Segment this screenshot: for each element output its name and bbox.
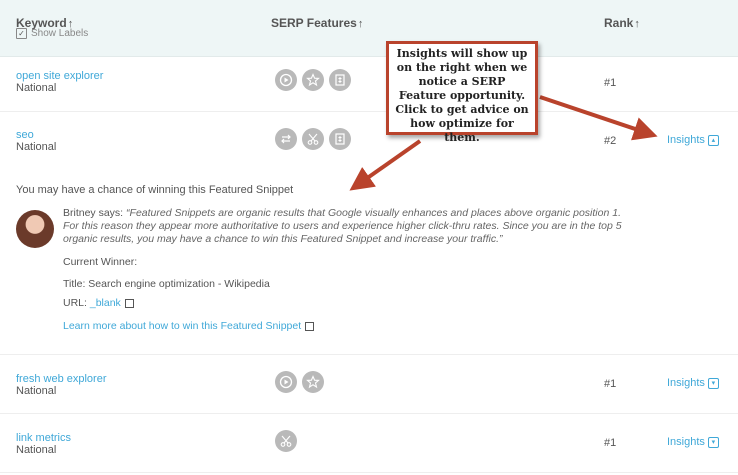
external-link-icon[interactable]	[124, 298, 134, 308]
scissors-icon[interactable]	[275, 430, 297, 452]
title-label: Title:	[63, 278, 86, 290]
title-value: Search engine optimization - Wikipedia	[88, 278, 270, 290]
rank-value: #1	[604, 437, 617, 449]
rank-value: #2	[604, 135, 617, 147]
serp-features-column-header[interactable]: SERP Features↑	[271, 16, 363, 30]
serp-header-label: SERP Features	[271, 16, 357, 30]
insights-label: Insights	[667, 436, 705, 448]
quote-text: “Featured Snippets are organic results t…	[63, 207, 622, 245]
rank-value: #1	[604, 77, 617, 89]
rank-header-label: Rank	[604, 16, 634, 30]
table-row: fresh web explorer National #1 Insights …	[0, 355, 738, 414]
rank-column-header[interactable]: Rank↑	[604, 16, 640, 30]
winner-title: Title: Search engine optimization - Wiki…	[63, 278, 270, 290]
chevron-down-icon: ▾	[707, 377, 719, 389]
location-label: National	[16, 141, 57, 153]
sort-arrow-icon: ↑	[357, 18, 364, 30]
star-icon[interactable]	[302, 69, 324, 91]
location-label: National	[16, 385, 57, 397]
table-row: seo National #2 Insights ▴	[0, 112, 738, 166]
callout-text: Insights will show up on the right when …	[395, 47, 529, 144]
current-winner-label: Current Winner:	[63, 256, 138, 268]
author-label: Britney says:	[63, 207, 124, 219]
url-link[interactable]: _blank	[90, 297, 121, 309]
insight-heading: You may have a chance of winning this Fe…	[16, 184, 294, 196]
table-row: open site explorer National #1	[0, 57, 738, 112]
insights-button[interactable]: Insights ▾	[667, 377, 719, 389]
keyword-link[interactable]: fresh web explorer	[16, 373, 107, 385]
insights-label: Insights	[667, 377, 705, 389]
chevron-up-icon: ▴	[707, 134, 719, 146]
location-label: National	[16, 82, 57, 94]
document-icon[interactable]	[329, 69, 351, 91]
keyword-link[interactable]: seo	[16, 129, 34, 141]
learn-more: Learn more about how to win this Feature…	[63, 320, 315, 332]
insight-panel: You may have a chance of winning this Fe…	[0, 166, 738, 355]
annotation-callout: Insights will show up on the right when …	[386, 41, 538, 144]
video-icon[interactable]	[275, 371, 297, 393]
video-icon[interactable]	[275, 69, 297, 91]
location-label: National	[16, 444, 57, 456]
exchange-icon[interactable]	[275, 128, 297, 150]
document-icon[interactable]	[329, 128, 351, 150]
avatar	[16, 210, 54, 248]
winner-url: URL: _blank	[63, 297, 134, 309]
insights-label: Insights	[667, 134, 705, 146]
checkbox-icon[interactable]: ✓	[16, 28, 27, 39]
insights-button[interactable]: Insights ▾	[667, 436, 719, 448]
chevron-down-icon: ▾	[707, 436, 719, 448]
scissors-icon[interactable]	[302, 128, 324, 150]
learn-more-link[interactable]: Learn more about how to win this Feature…	[63, 320, 301, 332]
show-labels-toggle[interactable]: ✓ Show Labels	[16, 28, 88, 39]
keyword-link[interactable]: open site explorer	[16, 70, 103, 82]
table-header: Keyword↑ ✓ Show Labels SERP Features↑ Ra…	[0, 0, 738, 57]
show-labels-label: Show Labels	[31, 28, 89, 39]
keyword-link[interactable]: link metrics	[16, 432, 71, 444]
insights-button[interactable]: Insights ▴	[667, 134, 719, 146]
table-row: link metrics National #1 Insights ▾	[0, 414, 738, 473]
sort-arrow-icon: ↑	[634, 18, 640, 30]
rank-value: #1	[604, 378, 617, 390]
star-icon[interactable]	[302, 371, 324, 393]
insight-quote: Britney says: “Featured Snippets are org…	[63, 207, 623, 246]
url-label: URL:	[63, 297, 87, 309]
external-link-icon[interactable]	[305, 321, 315, 331]
